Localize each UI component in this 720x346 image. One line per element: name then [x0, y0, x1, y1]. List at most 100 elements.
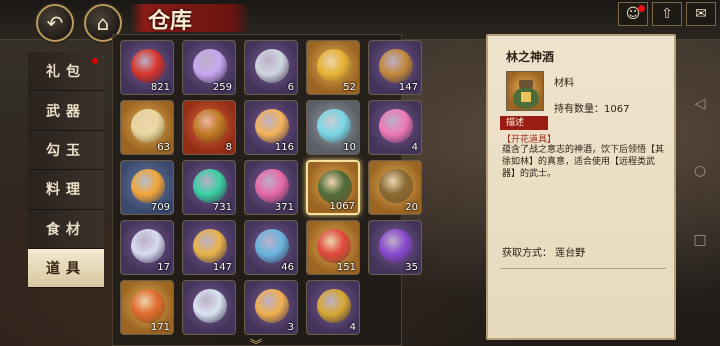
notification-dot: [638, 5, 645, 12]
item-count: 259: [212, 82, 232, 93]
wine-jar-icon: [379, 169, 413, 203]
pink-flame-icon: [255, 169, 289, 203]
water-drop-icon: [193, 289, 227, 323]
item-thumbnail: [506, 71, 544, 111]
item-count: 731: [212, 202, 232, 213]
item-count: 35: [405, 262, 418, 273]
rainbow-orb-icon: [193, 49, 227, 83]
item-count: 4: [349, 322, 356, 333]
category-sidebar: 礼包 武器 勾玉 料理 食材 道具: [28, 52, 104, 346]
back-button[interactable]: ↶: [36, 4, 74, 42]
inventory-slot[interactable]: 709: [120, 160, 174, 215]
inventory-slot[interactable]: 147: [182, 220, 236, 275]
item-count: 1067: [329, 201, 355, 212]
item-count: 171: [150, 322, 170, 333]
item-count: 46: [281, 262, 294, 273]
white-crystal-icon: [131, 229, 165, 263]
item-count: 116: [274, 142, 294, 153]
sidebar-item-gift[interactable]: 礼包: [28, 52, 104, 92]
sidebar-item-weapon[interactable]: 武器: [28, 91, 104, 131]
inventory-slot[interactable]: 35: [368, 220, 422, 275]
inventory-slot[interactable]: 63: [120, 100, 174, 155]
pink-flame-icon: [379, 109, 413, 143]
owned-count: 1067: [604, 104, 630, 115]
inventory-slot[interactable]: [182, 280, 236, 335]
sidebar-item-label: 道具: [46, 261, 86, 278]
item-name: 林之神酒: [506, 50, 555, 64]
sidebar-item-magatama[interactable]: 勾玉: [28, 130, 104, 171]
character-button[interactable]: ☺: [618, 2, 648, 26]
inventory-slot[interactable]: 6: [244, 40, 298, 95]
item-detail-panel: 林之神酒 材料 持有数量：1067 描述 【开花道具】 蕴含了战之意志的神酒，饮…: [486, 34, 676, 340]
inventory-slot[interactable]: 20: [368, 160, 422, 215]
sidebar-item-cuisine[interactable]: 料理: [28, 170, 104, 210]
item-owned: 持有数量：1067: [554, 100, 629, 115]
divider: [500, 268, 666, 269]
orange-flame-icon: [255, 109, 289, 143]
item-count: 20: [405, 202, 418, 213]
scroll-charm-icon: [379, 49, 413, 83]
inventory-slot[interactable]: 17: [120, 220, 174, 275]
inventory-slot[interactable]: 151: [306, 220, 360, 275]
inventory-slot[interactable]: 371: [244, 160, 298, 215]
item-source: 获取方式： 莲台野: [502, 248, 586, 259]
item-count: 821: [150, 82, 170, 93]
sidebar-item-items[interactable]: 道具: [28, 248, 104, 289]
item-count: 147: [398, 82, 418, 93]
system-recent-icon[interactable]: □: [690, 232, 710, 248]
red-orb-icon: [131, 49, 165, 83]
gold-box-icon: [317, 289, 351, 323]
sidebar-item-ingredient[interactable]: 食材: [28, 209, 104, 249]
level-up-icon: ⇧: [661, 6, 673, 22]
item-description: 蕴含了战之意志的神酒，饮下后领悟【其徐如林】的真意，适合使用【远程类武器】的武士…: [502, 145, 665, 179]
inventory-slot[interactable]: 4: [368, 100, 422, 155]
blue-flame-icon: [317, 109, 351, 143]
inventory-slot[interactable]: 171: [120, 280, 174, 335]
inventory-slot[interactable]: 52: [306, 40, 360, 95]
item-count: 147: [212, 262, 232, 273]
system-home-icon[interactable]: ○: [690, 163, 710, 179]
inventory-slot[interactable]: 731: [182, 160, 236, 215]
mail-button[interactable]: ✉: [686, 2, 716, 26]
inventory-slot[interactable]: 10: [306, 100, 360, 155]
gold-crystal-icon: [193, 229, 227, 263]
scroll-down-icon[interactable]: ︾: [250, 336, 262, 346]
owned-label: 持有数量：: [554, 104, 604, 115]
item-count: 3: [287, 322, 294, 333]
item-count: 709: [150, 202, 170, 213]
inventory-slot[interactable]: 4: [306, 280, 360, 335]
sidebar-item-label: 武器: [46, 103, 86, 120]
green-flame-icon: [193, 169, 227, 203]
inventory-slot[interactable]: 8: [182, 100, 236, 155]
inventory-slot[interactable]: 259: [182, 40, 236, 95]
prayer-beads-icon: [131, 289, 165, 323]
inventory-slot[interactable]: 1067: [306, 160, 360, 215]
item-count: 63: [157, 142, 170, 153]
item-count: 52: [343, 82, 356, 93]
sidebar-item-label: 食材: [46, 221, 86, 238]
talisman-icon: [131, 109, 165, 143]
page-title: 仓库: [148, 8, 193, 34]
upgrade-button[interactable]: ⇧: [652, 2, 682, 26]
inventory-slot[interactable]: 147: [368, 40, 422, 95]
item-count: 151: [336, 262, 356, 273]
item-count: 8: [225, 142, 232, 153]
wine-jar-icon: [318, 170, 352, 204]
back-arrow-icon: ↶: [46, 11, 64, 35]
system-back-icon[interactable]: ◁: [690, 96, 710, 112]
purple-orb-icon: [379, 229, 413, 263]
sidebar-item-label: 料理: [46, 182, 86, 199]
inventory-slot[interactable]: 3: [244, 280, 298, 335]
notification-dot: [92, 58, 98, 64]
inventory-slot[interactable]: 116: [244, 100, 298, 155]
sidebar-item-label: 礼包: [46, 64, 86, 81]
inventory-slot[interactable]: 821: [120, 40, 174, 95]
amber-drop-icon: [255, 289, 289, 323]
top-right-actions: ☺ ⇧ ✉: [618, 2, 716, 28]
charm-icon: [193, 109, 227, 143]
inventory-slot[interactable]: 46: [244, 220, 298, 275]
red-crystal-icon: [317, 229, 351, 263]
item-count: 371: [274, 202, 294, 213]
wine-jar-icon: [513, 80, 539, 109]
gold-charm-icon: [317, 49, 351, 83]
